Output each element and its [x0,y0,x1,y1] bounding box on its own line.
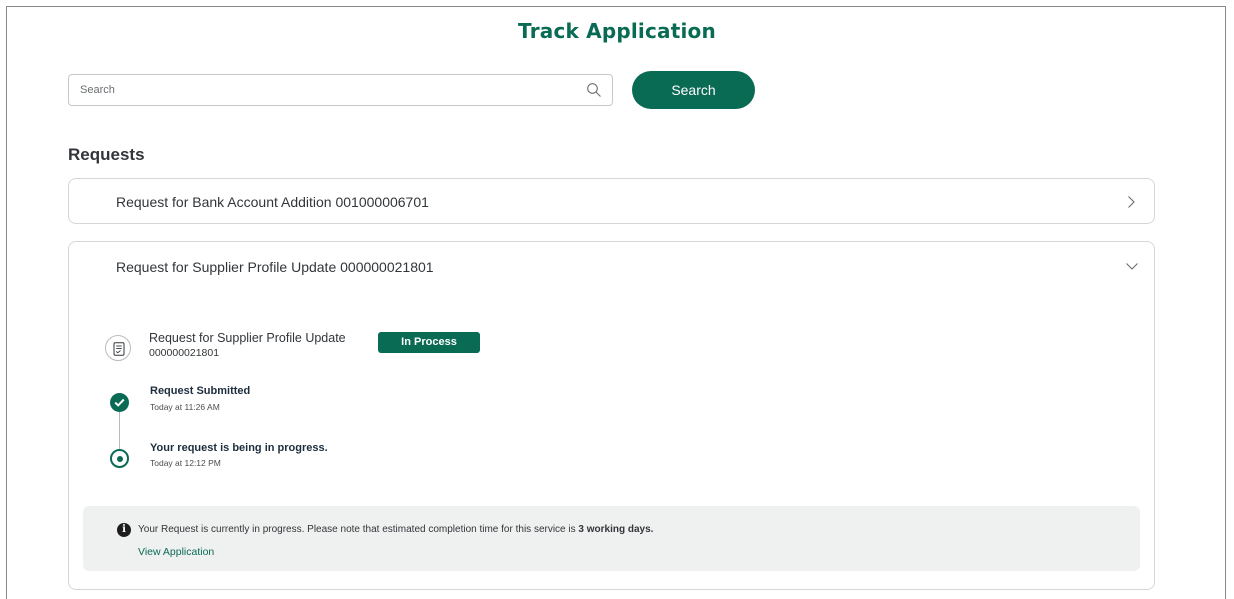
page-title: Track Application [518,19,716,43]
info-icon: i [117,523,131,537]
step-title: Your request is being in progress. [150,442,328,454]
step-time: Today at 12:12 PM [150,458,221,468]
request-card-title: Request for Bank Account Addition 001000… [116,194,429,210]
status-badge: In Process [378,332,480,353]
radio-circle-icon [110,449,129,468]
requests-heading: Requests [68,145,145,164]
view-application-link[interactable]: View Application [138,546,214,558]
search-button[interactable]: Search [632,71,755,109]
step-time: Today at 11:26 AM [150,402,220,412]
request-card-title[interactable]: Request for Supplier Profile Update 0000… [116,259,434,275]
search-box[interactable] [68,74,613,106]
step-title: Request Submitted [150,385,251,397]
request-card-supplier-profile: Request for Supplier Profile Update 0000… [68,241,1155,590]
document-icon [105,335,131,361]
timeline-connector [119,412,120,450]
request-card-bank-account[interactable]: Request for Bank Account Addition 001000… [68,178,1155,224]
search-icon[interactable] [586,82,602,98]
info-panel: i Your Request is currently in progress.… [83,506,1140,571]
request-name: Request for Supplier Profile Update [149,331,346,345]
check-circle-icon [110,393,129,412]
request-number: 000000021801 [149,347,220,359]
chevron-right-icon[interactable] [1124,195,1138,209]
info-message: Your Request is currently in progress. P… [138,524,654,535]
search-input[interactable] [69,75,579,105]
chevron-down-icon[interactable] [1125,259,1139,273]
